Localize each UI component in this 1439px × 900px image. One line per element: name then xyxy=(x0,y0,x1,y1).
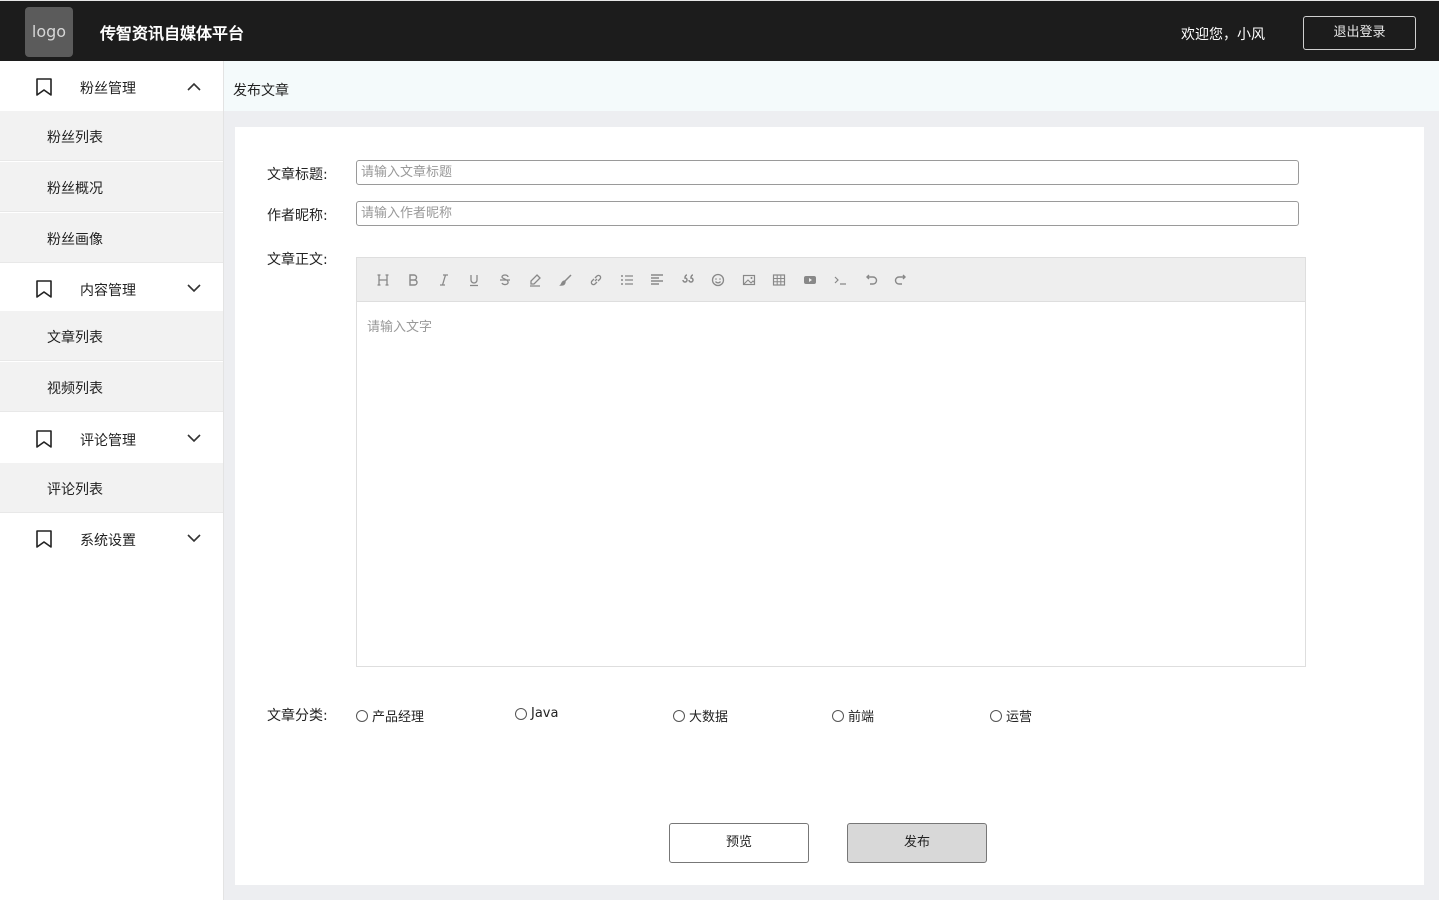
sidebar-item-label: 粉丝列表 xyxy=(47,130,103,146)
sidebar-item-label: 粉丝概况 xyxy=(47,181,103,197)
logo: logo xyxy=(25,7,73,57)
radio-icon xyxy=(356,709,368,722)
chevron-down-icon xyxy=(187,284,201,293)
sidebar-item-article-list[interactable]: 文章列表 xyxy=(0,311,223,361)
chevron-up-icon xyxy=(187,82,201,91)
link-icon[interactable] xyxy=(587,271,605,289)
rich-text-editor: 请输入文字 xyxy=(356,257,1306,667)
video-icon[interactable] xyxy=(801,271,819,289)
radio-label: Java xyxy=(531,706,559,721)
sidebar-item-fans-profile[interactable]: 粉丝画像 xyxy=(0,213,223,263)
bookmark-icon xyxy=(36,280,52,298)
sidebar-item-label: 视频列表 xyxy=(47,381,103,397)
quote-icon[interactable] xyxy=(679,271,697,289)
redo-icon[interactable] xyxy=(892,271,910,289)
sidebar-group-content[interactable]: 内容管理 xyxy=(0,263,223,313)
chevron-down-icon xyxy=(187,434,201,443)
body-label: 文章正文: xyxy=(267,252,328,268)
italic-icon[interactable] xyxy=(435,271,453,289)
breadcrumb: 发布文章 xyxy=(224,61,1439,111)
publish-button[interactable]: 发布 xyxy=(847,823,987,863)
sidebar-item-label: 评论列表 xyxy=(47,482,103,498)
image-icon[interactable] xyxy=(740,271,758,289)
radio-label: 产品经理 xyxy=(372,710,425,725)
author-input[interactable] xyxy=(356,201,1299,226)
sidebar-group-label: 粉丝管理 xyxy=(80,81,136,97)
radio-icon xyxy=(515,707,527,720)
sidebar-group-comments[interactable]: 评论管理 xyxy=(0,413,223,463)
preview-button[interactable]: 预览 xyxy=(669,823,809,863)
editor-toolbar xyxy=(357,258,1305,302)
category-radio-big-data[interactable]: 大数据 xyxy=(673,706,728,725)
code-icon[interactable] xyxy=(831,271,849,289)
radio-label: 前端 xyxy=(848,710,875,725)
bookmark-icon xyxy=(36,530,52,548)
title-input[interactable] xyxy=(356,160,1299,185)
sidebar-group-fans[interactable]: 粉丝管理 xyxy=(0,61,223,111)
list-icon[interactable] xyxy=(618,271,636,289)
page-title: 发布文章 xyxy=(233,83,289,99)
category-radio-frontend[interactable]: 前端 xyxy=(832,706,874,725)
author-label: 作者昵称: xyxy=(267,208,328,224)
brush-icon[interactable] xyxy=(557,271,575,289)
category-radio-product-manager[interactable]: 产品经理 xyxy=(356,706,424,725)
sidebar-item-label: 文章列表 xyxy=(47,330,103,346)
editor-placeholder[interactable]: 请输入文字 xyxy=(367,316,432,335)
heading-icon[interactable] xyxy=(374,271,392,289)
table-icon[interactable] xyxy=(770,271,788,289)
sidebar-item-fans-overview[interactable]: 粉丝概况 xyxy=(0,162,223,212)
top-bar: logo 传智资讯自媒体平台 欢迎您，小风 退出登录 xyxy=(0,0,1439,61)
category-label: 文章分类: xyxy=(267,708,328,724)
sidebar-group-label: 内容管理 xyxy=(80,283,136,299)
bookmark-icon xyxy=(36,78,52,96)
bookmark-icon xyxy=(36,430,52,448)
title-label: 文章标题: xyxy=(267,167,328,183)
emoji-icon[interactable] xyxy=(709,271,727,289)
app-title: 传智资讯自媒体平台 xyxy=(100,24,245,43)
radio-icon xyxy=(832,709,844,722)
radio-icon xyxy=(673,709,685,722)
welcome-text: 欢迎您，小风 xyxy=(1181,27,1265,43)
highlight-icon[interactable] xyxy=(526,271,544,289)
sidebar-group-label: 评论管理 xyxy=(80,433,136,449)
align-icon[interactable] xyxy=(648,271,666,289)
category-radio-java[interactable]: Java xyxy=(515,706,558,721)
sidebar-item-comment-list[interactable]: 评论列表 xyxy=(0,463,223,513)
sidebar-item-label: 粉丝画像 xyxy=(47,232,103,248)
logout-button[interactable]: 退出登录 xyxy=(1303,16,1416,50)
sidebar-item-fans-list[interactable]: 粉丝列表 xyxy=(0,111,223,161)
underline-icon[interactable] xyxy=(465,271,483,289)
category-radio-operations[interactable]: 运营 xyxy=(990,706,1032,725)
sidebar-item-video-list[interactable]: 视频列表 xyxy=(0,362,223,412)
radio-label: 运营 xyxy=(1006,710,1033,725)
radio-icon xyxy=(990,709,1002,722)
chevron-down-icon xyxy=(187,534,201,543)
bold-icon[interactable] xyxy=(404,271,422,289)
sidebar-group-label: 系统设置 xyxy=(80,533,136,549)
strikethrough-icon[interactable] xyxy=(496,271,514,289)
sidebar-group-settings[interactable]: 系统设置 xyxy=(0,513,223,563)
radio-label: 大数据 xyxy=(689,710,729,725)
undo-icon[interactable] xyxy=(862,271,880,289)
sidebar: 粉丝管理 粉丝列表 粉丝概况 粉丝画像 内容管理 文章列表 视频列表 评论管理 … xyxy=(0,61,224,900)
